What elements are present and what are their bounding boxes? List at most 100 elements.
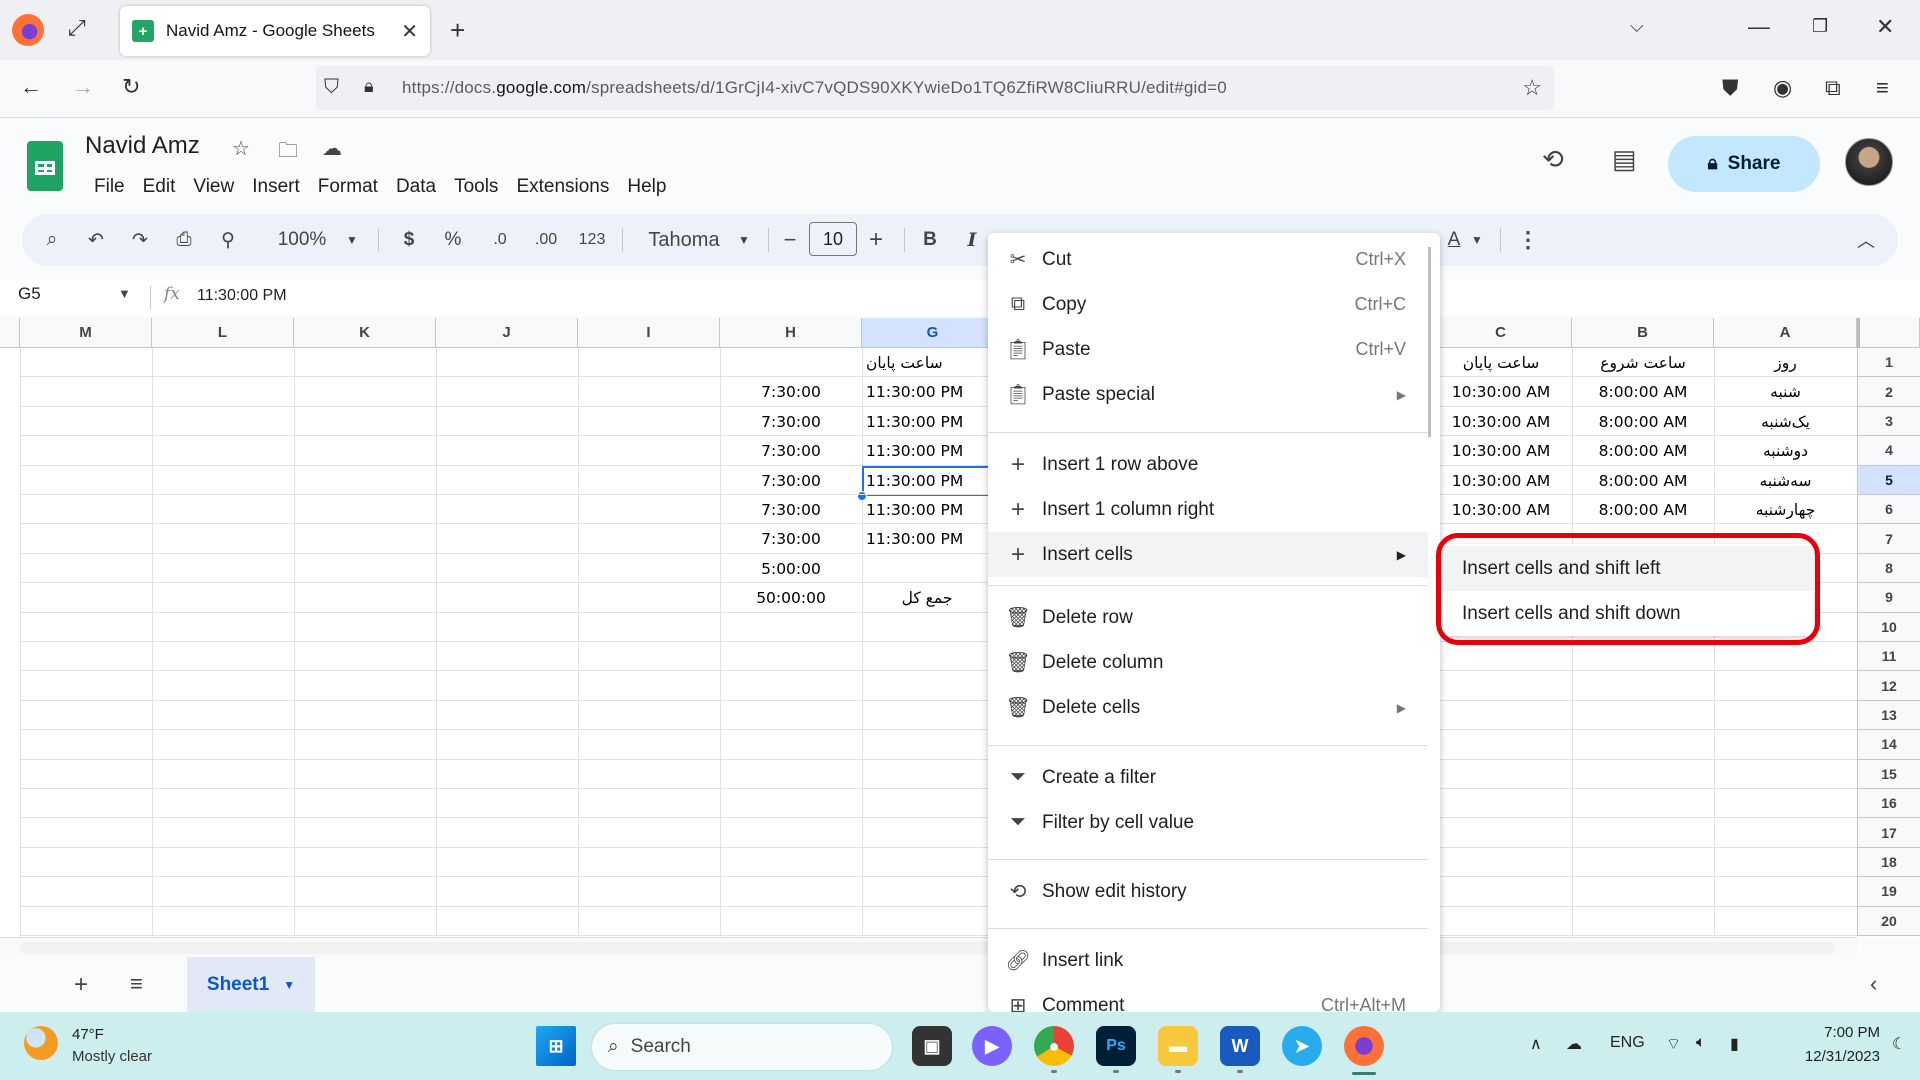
restore-icon[interactable]: ❐: [1812, 16, 1828, 37]
row-header-6[interactable]: 6: [1857, 495, 1920, 525]
row-header-1[interactable]: 1: [1857, 348, 1920, 378]
cell-a5[interactable]: سه‌شنبه: [1714, 466, 1857, 495]
font-dropdown-icon[interactable]: ▼: [734, 214, 754, 266]
cell-c6[interactable]: 10:30:00 AM: [1430, 495, 1572, 524]
move-folder-icon[interactable]: 🗀︎: [278, 136, 298, 170]
decrease-decimal-button[interactable]: .0: [482, 214, 518, 266]
column-header-l[interactable]: L: [152, 318, 294, 348]
chrome-icon[interactable]: ●: [1034, 1026, 1074, 1066]
column-header-i[interactable]: I: [578, 318, 720, 348]
row-header-5[interactable]: 5: [1857, 465, 1920, 495]
text-color-dropdown-icon[interactable]: ▼: [1468, 214, 1486, 266]
font-select[interactable]: Tahoma: [634, 214, 734, 266]
menu-insert[interactable]: Insert: [243, 172, 309, 202]
row-header-7[interactable]: 7: [1857, 524, 1920, 554]
weather-icon[interactable]: [24, 1026, 58, 1060]
cell-c5[interactable]: 10:30:00 AM: [1430, 466, 1572, 495]
row-header-13[interactable]: 13: [1857, 700, 1920, 731]
row-header-19[interactable]: 19: [1857, 877, 1920, 907]
language-indicator[interactable]: ENG: [1610, 1034, 1645, 1052]
cell-c4[interactable]: 10:30:00 AM: [1430, 436, 1572, 465]
weather-description[interactable]: Mostly clear: [72, 1048, 152, 1065]
column-header-m[interactable]: M: [20, 318, 152, 348]
reload-icon[interactable]: ↻: [122, 74, 140, 100]
list-tabs-chevron-icon[interactable]: ⌵: [1630, 16, 1644, 37]
zoom-dropdown-icon[interactable]: ▼: [342, 214, 362, 266]
menu-item-delete-column[interactable]: 🗑︎ Delete column: [988, 640, 1428, 685]
add-sheet-icon[interactable]: +: [74, 971, 88, 999]
user-avatar[interactable]: [1845, 138, 1893, 186]
cell-a3[interactable]: یک‌شنبه: [1714, 407, 1857, 436]
all-sheets-icon[interactable]: ≡: [130, 971, 143, 997]
cell-g4[interactable]: 11:30:00 PM: [866, 436, 996, 465]
star-icon[interactable]: ☆: [232, 136, 250, 161]
cell-b3[interactable]: 8:00:00 AM: [1572, 407, 1714, 436]
row-header-3[interactable]: 3: [1857, 406, 1920, 437]
cell-g1[interactable]: ساعت پایان: [866, 348, 996, 377]
clock-time[interactable]: 7:00 PM: [1790, 1024, 1880, 1041]
fill-handle[interactable]: [857, 491, 867, 501]
expand-icon[interactable]: ⤢: [68, 15, 86, 41]
italic-button[interactable]: I: [956, 214, 988, 266]
comments-icon[interactable]: ▤: [1612, 144, 1637, 175]
row-header-11[interactable]: 11: [1857, 642, 1920, 672]
new-tab-icon[interactable]: +: [450, 15, 465, 46]
scrollbar-thumb[interactable]: [20, 942, 1835, 954]
word-icon[interactable]: W: [1220, 1026, 1260, 1066]
cell-g7[interactable]: 11:30:00 PM: [866, 524, 996, 553]
side-panel-toggle-icon[interactable]: ‹: [1870, 971, 1877, 997]
cell-h4[interactable]: 7:30:00: [720, 436, 862, 465]
menu-item-create-filter[interactable]: ⏷ Create a filter: [988, 755, 1428, 800]
address-bar[interactable]: ⛉ 🔒︎ https://docs.google.com/spreadsheet…: [316, 66, 1554, 110]
print-icon[interactable]: ⎙: [168, 214, 200, 266]
cell-h3[interactable]: 7:30:00: [720, 407, 862, 436]
cell-h6[interactable]: 7:30:00: [720, 495, 862, 524]
menu-item-edit-history[interactable]: ⟲ Show edit history: [988, 869, 1428, 914]
paint-format-icon[interactable]: ⚲: [212, 214, 244, 266]
cell-c2[interactable]: 10:30:00 AM: [1430, 377, 1572, 406]
taskbar-search[interactable]: ⌕ Search: [592, 1024, 892, 1070]
share-button[interactable]: 🔒︎ Share: [1668, 136, 1820, 192]
column-header-j[interactable]: J: [436, 318, 578, 348]
menu-item-insert-column-right[interactable]: + Insert 1 column right: [988, 487, 1428, 532]
row-header-15[interactable]: 15: [1857, 759, 1920, 789]
telegram-icon[interactable]: ➤: [1282, 1026, 1322, 1066]
cell-b2[interactable]: 8:00:00 AM: [1572, 377, 1714, 406]
row-header-4[interactable]: 4: [1857, 436, 1920, 466]
url-text[interactable]: https://docs.google.com/spreadsheets/d/1…: [402, 78, 1227, 98]
app-menu-icon[interactable]: ≡: [1876, 75, 1889, 101]
zoom-select[interactable]: 100%: [272, 214, 332, 266]
column-header-h[interactable]: H: [720, 318, 862, 348]
firefox-icon[interactable]: [12, 14, 44, 46]
menu-item-copy[interactable]: ⧉ Copy Ctrl+C: [988, 282, 1428, 327]
menu-item-insert-cells[interactable]: + Insert cells ▶: [988, 532, 1428, 577]
column-header-g[interactable]: G: [862, 318, 1004, 348]
cell-b5[interactable]: 8:00:00 AM: [1572, 466, 1714, 495]
menu-format[interactable]: Format: [309, 172, 387, 202]
increase-font-size-icon[interactable]: +: [864, 214, 888, 266]
formula-input[interactable]: 11:30:00 PM: [197, 287, 287, 305]
cell-g2[interactable]: 11:30:00 PM: [866, 377, 996, 406]
row-header-18[interactable]: 18: [1857, 847, 1920, 878]
minimize-icon[interactable]: —: [1748, 14, 1770, 40]
cell-a2[interactable]: شنبه: [1714, 377, 1857, 406]
redo-icon[interactable]: ↷: [124, 214, 156, 266]
version-history-icon[interactable]: ⟲: [1542, 144, 1564, 175]
percent-format-button[interactable]: %: [438, 214, 468, 266]
cell-a4[interactable]: دوشنبه: [1714, 436, 1857, 465]
start-icon[interactable]: ⊞: [536, 1026, 576, 1066]
decrease-font-size-icon[interactable]: −: [778, 214, 802, 266]
row-header-16[interactable]: 16: [1857, 789, 1920, 819]
menu-item-delete-row[interactable]: 🗑︎ Delete row: [988, 595, 1428, 640]
pocket-icon[interactable]: ⛊: [1722, 75, 1739, 101]
menu-item-delete-cells[interactable]: 🗑︎ Delete cells ▶: [988, 685, 1428, 730]
clock-date[interactable]: 12/31/2023: [1780, 1048, 1880, 1065]
name-box-dropdown-icon[interactable]: ▼: [118, 286, 131, 301]
column-header-k[interactable]: K: [294, 318, 436, 348]
onedrive-icon[interactable]: ☁︎: [1566, 1034, 1582, 1054]
forward-icon[interactable]: →: [72, 74, 94, 100]
menu-extensions[interactable]: Extensions: [507, 172, 618, 202]
increase-decimal-button[interactable]: .00: [528, 214, 564, 266]
text-color-button[interactable]: A: [1440, 214, 1468, 266]
cell-g9[interactable]: جمع کل: [862, 583, 992, 612]
